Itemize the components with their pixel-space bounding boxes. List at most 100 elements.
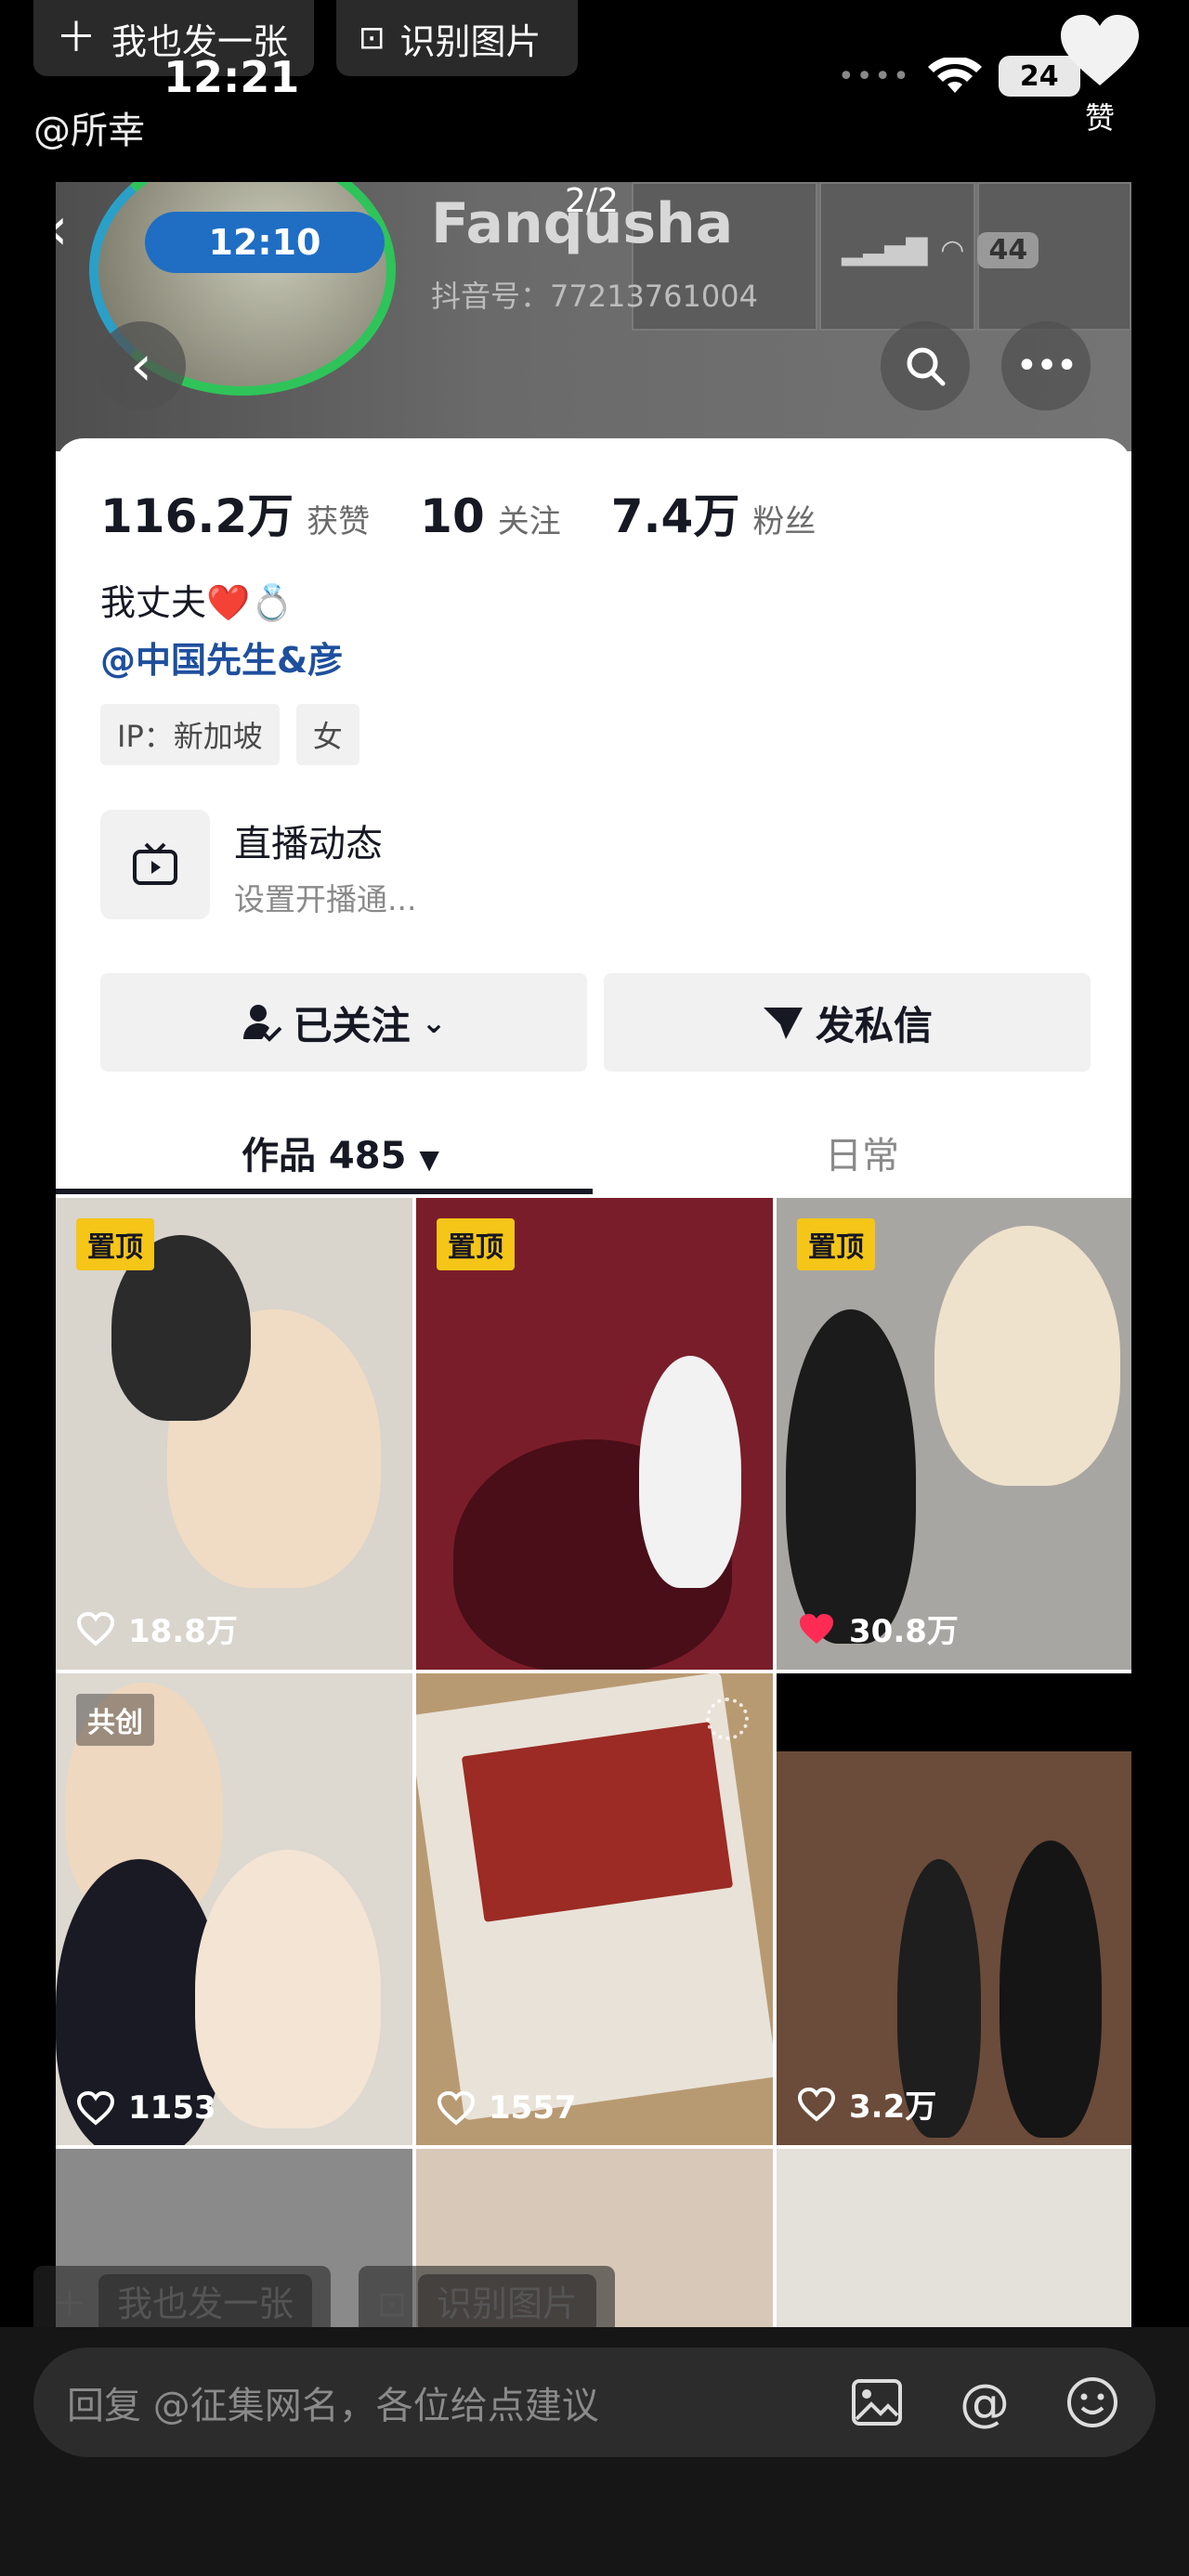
live-subtitle: 设置开播通... xyxy=(234,881,417,917)
likes-count: 116.2万 xyxy=(100,489,294,543)
inner-status-bar: ▂▃▅▇ ◠ 44 xyxy=(842,232,1039,268)
video-likes-count: 30.8万 xyxy=(849,1613,959,1650)
reply-placeholder: 回复 @征集网名，各位给点建议 xyxy=(67,2385,599,2427)
post-author[interactable]: @所幸 xyxy=(33,100,145,154)
plus-icon: ＋ xyxy=(56,14,97,61)
thumb-figure xyxy=(639,1356,741,1588)
video-thumbnail[interactable]: 3.2万 xyxy=(777,1673,1131,2145)
video-likes: 30.8万 xyxy=(797,1606,959,1651)
bio-mention-link[interactable]: @中国先生&彦 xyxy=(100,631,343,683)
video-thumbnail[interactable]: 置顶 30.8万 xyxy=(777,1198,1131,1670)
video-likes-count: 1557 xyxy=(489,2089,577,2127)
back-button[interactable]: ‹ xyxy=(97,321,186,410)
recognize-image-button[interactable]: ⊡ 识别图片 xyxy=(336,0,578,76)
heart-outline-icon xyxy=(437,2090,476,2126)
bottom-bar: 回复 @征集网名，各位给点建议 @ xyxy=(0,2327,1189,2576)
recognize-image-label: 识别图片 xyxy=(399,20,542,62)
at-icon[interactable]: @ xyxy=(955,2373,1014,2432)
ip-tag: IP：新加坡 xyxy=(100,704,280,765)
following-label[interactable]: 关注 xyxy=(498,496,561,541)
video-likes-count: 18.8万 xyxy=(128,1613,238,1650)
ghost-buttons: ＋ 我也发一张 ⊡ 识别图片 xyxy=(33,2266,616,2335)
ghost-recognize-button[interactable]: ⊡ 识别图片 xyxy=(359,2266,616,2335)
profile-stats: 116.2万 获赞 10 关注 7.4万 粉丝 xyxy=(100,479,853,546)
profile-header: 12:10 ‹ ‹ 2/2 Fanqusha 抖音号：77213761004 ▂… xyxy=(56,182,1131,451)
cocreate-badge: 共创 xyxy=(76,1694,154,1746)
video-likes: 3.2万 xyxy=(797,2081,936,2127)
ghost-post-label: 我也发一张 xyxy=(98,2274,313,2334)
time-pill: 12:10 xyxy=(145,212,385,273)
send-icon xyxy=(763,1008,803,1039)
video-likes: 1557 xyxy=(437,2089,577,2127)
tab-works[interactable]: 作品 485 ▼ xyxy=(242,1125,439,1179)
likes-label: 获赞 xyxy=(307,503,371,540)
ghost-recognize-label: 识别图片 xyxy=(418,2274,597,2334)
inner-battery: 44 xyxy=(977,232,1039,268)
fans-count[interactable]: 7.4万 xyxy=(611,479,740,546)
profile-nickname: Fanqusha xyxy=(431,191,734,256)
heart-icon xyxy=(1061,15,1139,85)
tab-daily[interactable]: 日常 xyxy=(825,1125,899,1179)
photo-mode-icon xyxy=(706,1698,749,1740)
profile-bio: 我丈夫❤️💍 xyxy=(100,582,294,623)
douyin-id[interactable]: 抖音号：77213761004 xyxy=(431,273,758,316)
back-icon[interactable]: ‹ xyxy=(56,195,69,264)
fans-label[interactable]: 粉丝 xyxy=(752,496,816,541)
search-icon xyxy=(907,347,946,386)
like-button[interactable]: 赞 xyxy=(1057,11,1143,137)
pinned-badge: 置顶 xyxy=(76,1218,154,1270)
gender-tag: 女 xyxy=(295,704,359,765)
video-likes-count: 1153 xyxy=(128,2089,216,2127)
more-button[interactable]: ••• xyxy=(1001,321,1091,410)
tv-icon xyxy=(133,842,177,885)
thumb-band xyxy=(777,1673,1131,1751)
profile-tags: IP：新加坡 女 xyxy=(100,704,359,765)
video-thumbnail[interactable]: 1557 xyxy=(416,1673,773,2145)
video-likes-count: 3.2万 xyxy=(849,2088,937,2126)
message-label: 发私信 xyxy=(815,1002,933,1048)
video-grid: 置顶 18.8万 置顶 置顶 30.8万 共创 1153 1557 3.2万 xyxy=(56,1198,1131,2327)
active-tab-indicator xyxy=(56,1189,593,1194)
wifi-icon xyxy=(927,58,982,93)
thumb-figure xyxy=(461,1722,734,1922)
thumb-figure xyxy=(1000,1841,1102,2138)
video-thumbnail[interactable] xyxy=(777,2149,1131,2327)
status-bar-right: •••• 24 xyxy=(838,56,1080,97)
thumb-figure xyxy=(934,1226,1120,1486)
live-status-tile[interactable] xyxy=(100,810,210,919)
emoji-icon[interactable] xyxy=(1063,2373,1122,2432)
chevron-down-icon: ⌄ xyxy=(421,1005,447,1040)
wifi-icon: ◠ xyxy=(940,234,965,267)
heart-outline-icon xyxy=(797,2087,836,2122)
ghost-post-button[interactable]: ＋ 我也发一张 xyxy=(33,2266,332,2335)
video-thumbnail[interactable]: 共创 1153 xyxy=(56,1673,412,2145)
status-time: 12:21 xyxy=(163,52,300,102)
search-button[interactable] xyxy=(881,321,970,410)
shared-screenshot[interactable]: 12:10 ‹ ‹ 2/2 Fanqusha 抖音号：77213761004 ▂… xyxy=(56,182,1131,2327)
thumb-figure xyxy=(786,1309,916,1644)
video-likes: 18.8万 xyxy=(76,1606,238,1651)
thumb-figure xyxy=(195,1850,381,2128)
signal-icon: •••• xyxy=(838,59,911,93)
video-thumbnail[interactable]: 置顶 18.8万 xyxy=(56,1198,412,1670)
tab-works-label: 作品 485 xyxy=(242,1135,407,1177)
image-icon[interactable] xyxy=(847,2373,907,2432)
scan-icon: ⊡ xyxy=(359,20,385,57)
user-check-icon xyxy=(242,1005,281,1042)
profile-card: 116.2万 获赞 10 关注 7.4万 粉丝 我丈夫❤️💍 @中国先生&彦 I… xyxy=(56,438,1131,2327)
video-likes: 1153 xyxy=(76,2089,216,2127)
heart-outline-icon xyxy=(76,2090,115,2126)
heart-outline-icon xyxy=(76,1611,115,1646)
message-button[interactable]: 发私信 xyxy=(604,973,1091,1072)
followed-button[interactable]: 已关注 ⌄ xyxy=(100,973,587,1072)
following-count[interactable]: 10 xyxy=(420,489,485,543)
live-title[interactable]: 直播动态 xyxy=(234,813,383,867)
heart-filled-icon xyxy=(800,1613,833,1644)
dropdown-icon: ▼ xyxy=(419,1144,439,1175)
reply-input[interactable]: 回复 @征集网名，各位给点建议 @ xyxy=(33,2348,1156,2457)
like-label: 赞 xyxy=(1084,100,1115,136)
pinned-badge: 置顶 xyxy=(437,1218,515,1270)
signal-icon: ▂▃▅▇ xyxy=(842,234,928,267)
video-thumbnail[interactable]: 置顶 xyxy=(416,1198,773,1670)
pinned-badge: 置顶 xyxy=(797,1218,875,1270)
